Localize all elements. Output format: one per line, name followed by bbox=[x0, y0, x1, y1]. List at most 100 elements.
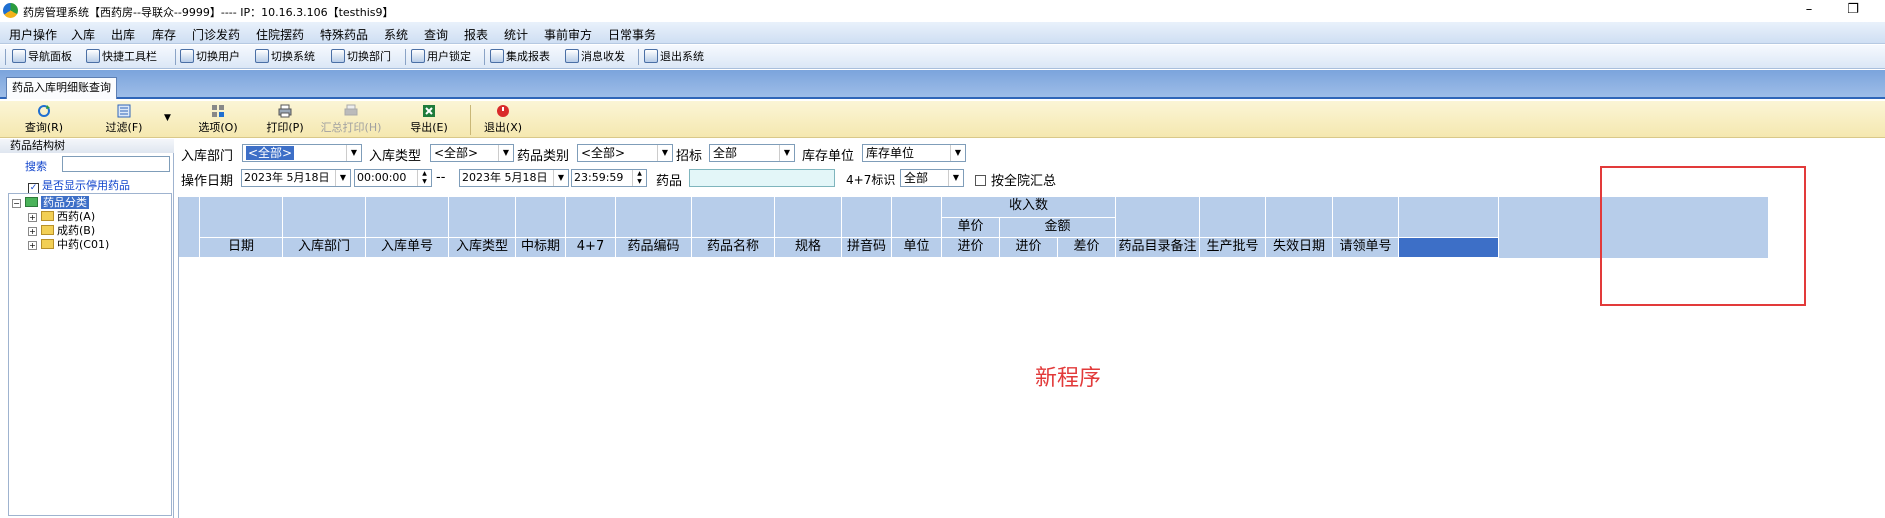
col-unit[interactable]: 单位 bbox=[892, 238, 942, 258]
row-indicator-header bbox=[179, 197, 200, 258]
time-to-input[interactable]: 23:59:59 ▲ ▼ bbox=[571, 169, 647, 187]
switch-system-button[interactable]: 切换系统 bbox=[255, 48, 315, 66]
col-catalog-note[interactable]: 药品目录备注 bbox=[1116, 238, 1200, 258]
header-blank bbox=[566, 197, 616, 238]
header-blank bbox=[842, 197, 892, 238]
time-from-input[interactable]: 00:00:00 ▲ ▼ bbox=[354, 169, 432, 187]
col-4plus7[interactable]: 4+7 bbox=[566, 238, 616, 258]
print-button[interactable]: 打印(P) bbox=[263, 104, 307, 137]
header-blank bbox=[1200, 197, 1266, 238]
integrated-report-button[interactable]: 集成报表 bbox=[490, 48, 550, 66]
drug-input[interactable] bbox=[689, 169, 835, 187]
type-select[interactable]: <全部> ▼ bbox=[430, 144, 514, 162]
col-bid-period[interactable]: 中标期 bbox=[516, 238, 566, 258]
menu-reports[interactable]: 报表 bbox=[464, 26, 488, 43]
switch-user-label: 切换用户 bbox=[196, 50, 240, 63]
integrated-report-label: 集成报表 bbox=[506, 50, 550, 63]
query-button[interactable]: 查询(R) bbox=[20, 104, 68, 137]
exit-system-button[interactable]: 退出系统 bbox=[644, 48, 704, 66]
toolbar-separator bbox=[175, 49, 176, 65]
search-input[interactable] bbox=[62, 156, 170, 172]
unit-select[interactable]: 库存单位 ▼ bbox=[862, 144, 966, 162]
spinner-icon[interactable]: ▲ ▼ bbox=[417, 170, 431, 186]
tree-node-patent[interactable]: + 成药(B) bbox=[28, 224, 95, 238]
col-date[interactable]: 日期 bbox=[200, 238, 283, 258]
dropdown-arrow-icon[interactable]: ▼ bbox=[657, 145, 672, 161]
dropdown-arrow-icon[interactable]: ▼ bbox=[346, 145, 361, 161]
exit-label: 退出(X) bbox=[483, 121, 523, 134]
menu-special-drugs[interactable]: 特殊药品 bbox=[320, 26, 368, 43]
switch-dept-button[interactable]: 切换部门 bbox=[331, 48, 391, 66]
menu-user-ops[interactable]: 用户操作 bbox=[9, 26, 57, 43]
col-inbound-type[interactable]: 入库类型 bbox=[449, 238, 516, 258]
col-expiry-date[interactable]: 失效日期 bbox=[1266, 238, 1333, 258]
menu-stock-out[interactable]: 出库 bbox=[111, 26, 135, 43]
expand-icon[interactable]: + bbox=[28, 241, 37, 250]
options-button[interactable]: 选项(O) bbox=[196, 104, 240, 137]
nav-panel-icon bbox=[12, 49, 26, 63]
toolbar-grip bbox=[5, 49, 6, 65]
col-drug-code[interactable]: 药品编码 bbox=[616, 238, 692, 258]
messages-button[interactable]: 消息收发 bbox=[565, 48, 625, 66]
col-selected-blank[interactable] bbox=[1399, 238, 1499, 258]
hospital-summary-checkbox[interactable]: 按全院汇总 bbox=[975, 170, 1056, 189]
col-batch-no[interactable]: 生产批号 bbox=[1200, 238, 1266, 258]
col-pinyin[interactable]: 拼音码 bbox=[842, 238, 892, 258]
user-lock-button[interactable]: 用户锁定 bbox=[411, 48, 471, 66]
col-drug-name[interactable]: 药品名称 bbox=[692, 238, 775, 258]
date-to-picker[interactable]: 2023年 5月18日 ▼ bbox=[459, 169, 569, 187]
expand-icon[interactable]: + bbox=[28, 213, 37, 222]
dept-select[interactable]: <全部> ▼ bbox=[242, 144, 362, 162]
col-amount-diff[interactable]: 差价 bbox=[1058, 238, 1116, 258]
export-button[interactable]: 导出(E) bbox=[406, 104, 452, 137]
menu-inpatient-dispense[interactable]: 住院摆药 bbox=[256, 26, 304, 43]
expand-icon[interactable]: + bbox=[28, 227, 37, 236]
quick-tools-label: 快捷工具栏 bbox=[102, 50, 157, 63]
col-amount-purchase[interactable]: 进价 bbox=[1000, 238, 1058, 258]
menu-statistics[interactable]: 统计 bbox=[504, 26, 528, 43]
menu-system[interactable]: 系统 bbox=[384, 26, 408, 43]
bid-select[interactable]: 全部 ▼ bbox=[709, 144, 795, 162]
dropdown-arrow-icon[interactable]: ▼ bbox=[950, 145, 965, 161]
dropdown-arrow-icon[interactable]: ▼ bbox=[779, 145, 794, 161]
menu-outpatient-dispense[interactable]: 门诊发药 bbox=[192, 26, 240, 43]
category-select[interactable]: <全部> ▼ bbox=[577, 144, 673, 162]
summary-print-button[interactable]: 汇总打印(H) bbox=[317, 104, 385, 137]
flag47-select[interactable]: 全部 ▼ bbox=[900, 169, 964, 187]
nav-panel-button[interactable]: 导航面板 bbox=[12, 48, 72, 66]
quick-toolbar: 导航面板 快捷工具栏 切换用户 切换系统 切换部门 用户锁定 集成报表 消息收发… bbox=[0, 45, 1885, 69]
date-range-dash: -- bbox=[436, 170, 446, 185]
menu-prescription-review[interactable]: 事前审方 bbox=[544, 26, 592, 43]
tree-node-chinese[interactable]: + 中药(C01) bbox=[28, 238, 109, 252]
quick-tools-button[interactable]: 快捷工具栏 bbox=[86, 48, 157, 66]
calendar-dropdown-icon[interactable]: ▼ bbox=[553, 170, 568, 186]
tree-node-label: 药品分类 bbox=[41, 196, 89, 209]
tab-drug-inbound-detail[interactable]: 药品入库明细账查询 bbox=[6, 77, 117, 99]
show-disabled-checkbox[interactable]: ✓ 是否显示停用药品 bbox=[28, 177, 130, 194]
dept-label: 入库部门 bbox=[181, 149, 234, 164]
calendar-dropdown-icon[interactable]: ▼ bbox=[335, 170, 350, 186]
tree-node-western[interactable]: + 西药(A) bbox=[28, 210, 95, 224]
header-blank bbox=[366, 197, 449, 238]
menu-inventory[interactable]: 库存 bbox=[152, 26, 176, 43]
col-unit-price-purchase[interactable]: 进价 bbox=[942, 238, 1000, 258]
tree-node-root[interactable]: − 药品分类 bbox=[12, 196, 89, 210]
menu-daily-affairs[interactable]: 日常事务 bbox=[608, 26, 656, 43]
restore-button[interactable]: ❐ bbox=[1831, 0, 1875, 22]
menu-stock-in[interactable]: 入库 bbox=[71, 26, 95, 43]
col-spec[interactable]: 规格 bbox=[775, 238, 842, 258]
col-dept[interactable]: 入库部门 bbox=[283, 238, 366, 258]
minimize-button[interactable]: – bbox=[1787, 0, 1831, 22]
col-receipt-no[interactable]: 入库单号 bbox=[366, 238, 449, 258]
date-from-picker[interactable]: 2023年 5月18日 ▼ bbox=[241, 169, 351, 187]
collapse-icon[interactable]: − bbox=[12, 199, 21, 208]
header-blank bbox=[892, 197, 942, 238]
col-requisition-no[interactable]: 请领单号 bbox=[1333, 238, 1399, 258]
switch-user-button[interactable]: 切换用户 bbox=[180, 48, 240, 66]
menu-query[interactable]: 查询 bbox=[424, 26, 448, 43]
dropdown-arrow-icon[interactable]: ▼ bbox=[948, 170, 963, 186]
dropdown-arrow-icon[interactable]: ▼ bbox=[498, 145, 513, 161]
exit-button[interactable]: 退出(X) bbox=[480, 104, 526, 137]
filter-button[interactable]: 过滤(F) bbox=[100, 104, 148, 137]
spinner-icon[interactable]: ▲ ▼ bbox=[632, 170, 646, 186]
